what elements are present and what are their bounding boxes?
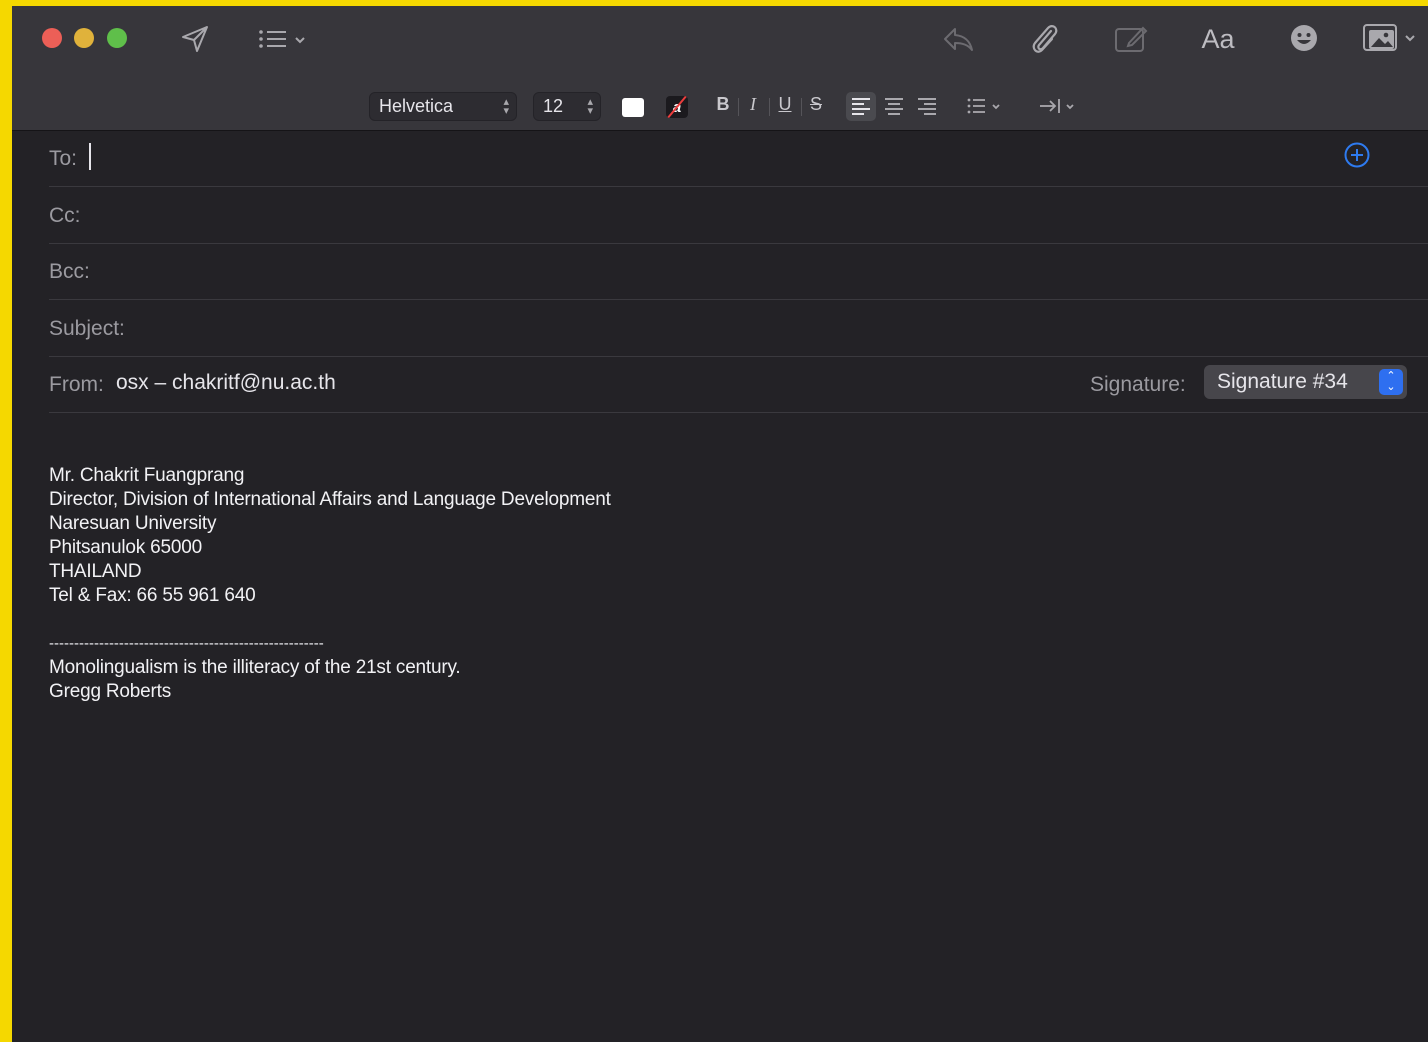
header-fields-menu-button[interactable] (255, 22, 311, 56)
signature-line: Phitsanulok 65000 (49, 537, 202, 558)
add-contact-icon[interactable] (1344, 142, 1370, 168)
text-color-swatch[interactable] (622, 98, 644, 117)
photo-browser-button[interactable] (1362, 21, 1420, 55)
indent-icon (1040, 99, 1074, 113)
format-button[interactable]: Aa (1195, 20, 1241, 58)
signature-label: Signature: (1090, 373, 1186, 396)
signature-quote: Monolingualism is the illiteracy of the … (49, 657, 461, 678)
divider (769, 98, 770, 116)
minimize-window-button[interactable] (74, 28, 94, 48)
send-icon[interactable] (177, 22, 213, 56)
to-label: To: (49, 147, 78, 170)
list-icon (967, 98, 1000, 114)
signature-quote-author: Gregg Roberts (49, 681, 172, 702)
emoji-icon[interactable] (1287, 21, 1321, 55)
paperclip-icon[interactable] (1024, 20, 1064, 58)
divider (801, 98, 802, 116)
compose-window: Aa Helvetica ▴▾ 12 ▴▾ a B (12, 6, 1428, 1042)
subject-label: Subject: (49, 317, 125, 340)
font-family-value: Helvetica (379, 96, 454, 116)
bcc-row[interactable]: Bcc: (49, 243, 1428, 300)
message-body[interactable]: Mr. Chakrit Fuangprang Director, Divisio… (49, 464, 611, 704)
signature-select[interactable]: Signature #34 ⌃ ⌄ (1204, 365, 1407, 399)
italic-button[interactable]: I (743, 94, 763, 115)
cc-row[interactable]: Cc: (49, 187, 1428, 244)
list-bullets-icon (259, 30, 305, 48)
strikethrough-button[interactable]: S (806, 94, 826, 115)
signature-line: Mr. Chakrit Fuangprang (49, 465, 245, 486)
signature-divider: ----------------------------------------… (49, 635, 324, 652)
bcc-label: Bcc: (49, 260, 90, 283)
zoom-window-button[interactable] (107, 28, 127, 48)
signature-line: THAILAND (49, 561, 142, 582)
font-size-select[interactable]: 12 ▴ ▾ (533, 92, 601, 121)
reply-icon[interactable] (938, 22, 978, 56)
markup-icon[interactable] (1111, 21, 1151, 57)
to-row[interactable]: To: (49, 130, 1428, 187)
font-family-select[interactable]: Helvetica ▴ ▾ (369, 92, 517, 121)
signature-line: Tel & Fax: 66 55 961 640 (49, 585, 256, 606)
chevron-updown-icon: ⌃ ⌄ (1379, 369, 1403, 395)
signature-line: Naresuan University (49, 513, 217, 534)
signature-line: Director, Division of International Affa… (49, 489, 611, 510)
from-account-select[interactable]: osx – chakritf@nu.ac.th (116, 371, 336, 395)
chevron-updown-icon: ▴ ▾ (503, 96, 509, 117)
from-row: From: osx – chakritf@nu.ac.th Signature:… (49, 356, 1428, 413)
underline-button[interactable]: U (775, 94, 795, 115)
align-center-icon[interactable] (883, 95, 905, 117)
cc-label: Cc: (49, 204, 81, 227)
list-style-menu-button[interactable] (966, 95, 1008, 117)
align-right-icon[interactable] (916, 95, 938, 117)
align-left-icon (850, 95, 872, 117)
font-size-value: 12 (543, 96, 564, 116)
subject-row[interactable]: Subject: (49, 300, 1428, 357)
signature-value: Signature #34 (1217, 370, 1348, 393)
from-label: From: (49, 373, 104, 396)
toolbar: Aa Helvetica ▴▾ 12 ▴▾ a B (12, 6, 1428, 131)
bold-button[interactable]: B (713, 94, 733, 115)
close-window-button[interactable] (42, 28, 62, 48)
divider (738, 98, 739, 116)
photo-browser-icon (1363, 24, 1415, 51)
highlight-color-swatch[interactable]: a (666, 96, 688, 118)
chevron-updown-icon: ▴ ▾ (587, 96, 593, 117)
indent-menu-button[interactable] (1038, 95, 1080, 117)
text-caret (89, 143, 91, 170)
